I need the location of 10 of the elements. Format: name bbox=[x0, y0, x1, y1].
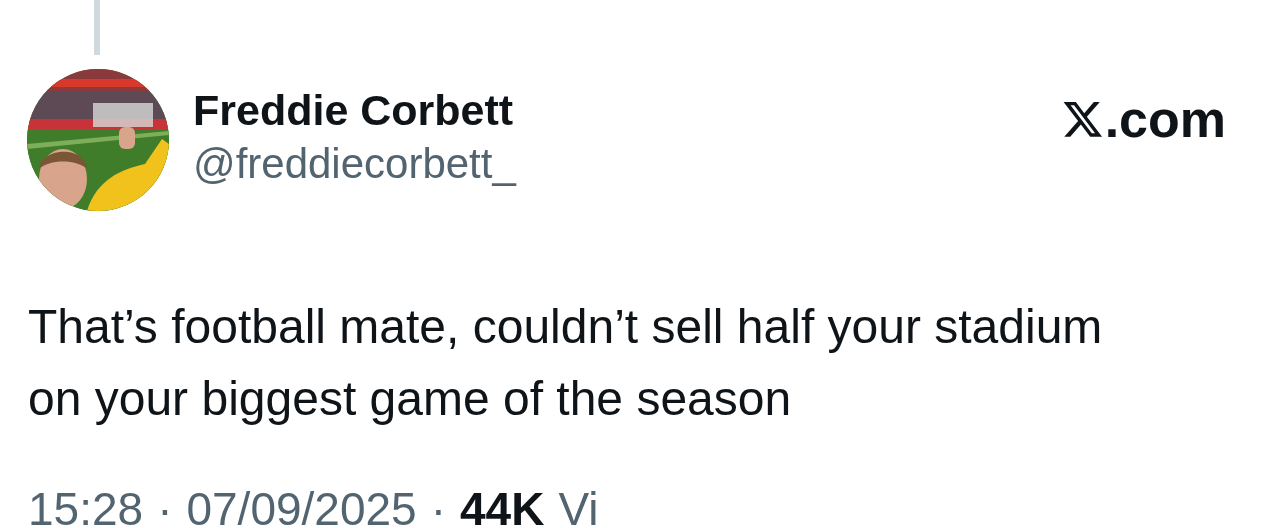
separator-dot: · bbox=[157, 482, 173, 528]
post-time[interactable]: 15:28 bbox=[28, 481, 144, 528]
views-label: Vi bbox=[558, 482, 599, 528]
author-name[interactable]: Freddie Corbett bbox=[193, 83, 516, 137]
author-handle[interactable]: @freddiecorbett_ bbox=[193, 137, 516, 191]
brand-text: .com bbox=[1104, 89, 1226, 149]
tweet-text: That’s football mate, couldn’t sell half your stadium on your biggest game of the season bbox=[28, 299, 1104, 427]
separator-dot: · bbox=[430, 482, 446, 528]
view-count: 44K bbox=[460, 482, 545, 528]
post-date[interactable]: 07/09/2025 bbox=[186, 481, 417, 528]
